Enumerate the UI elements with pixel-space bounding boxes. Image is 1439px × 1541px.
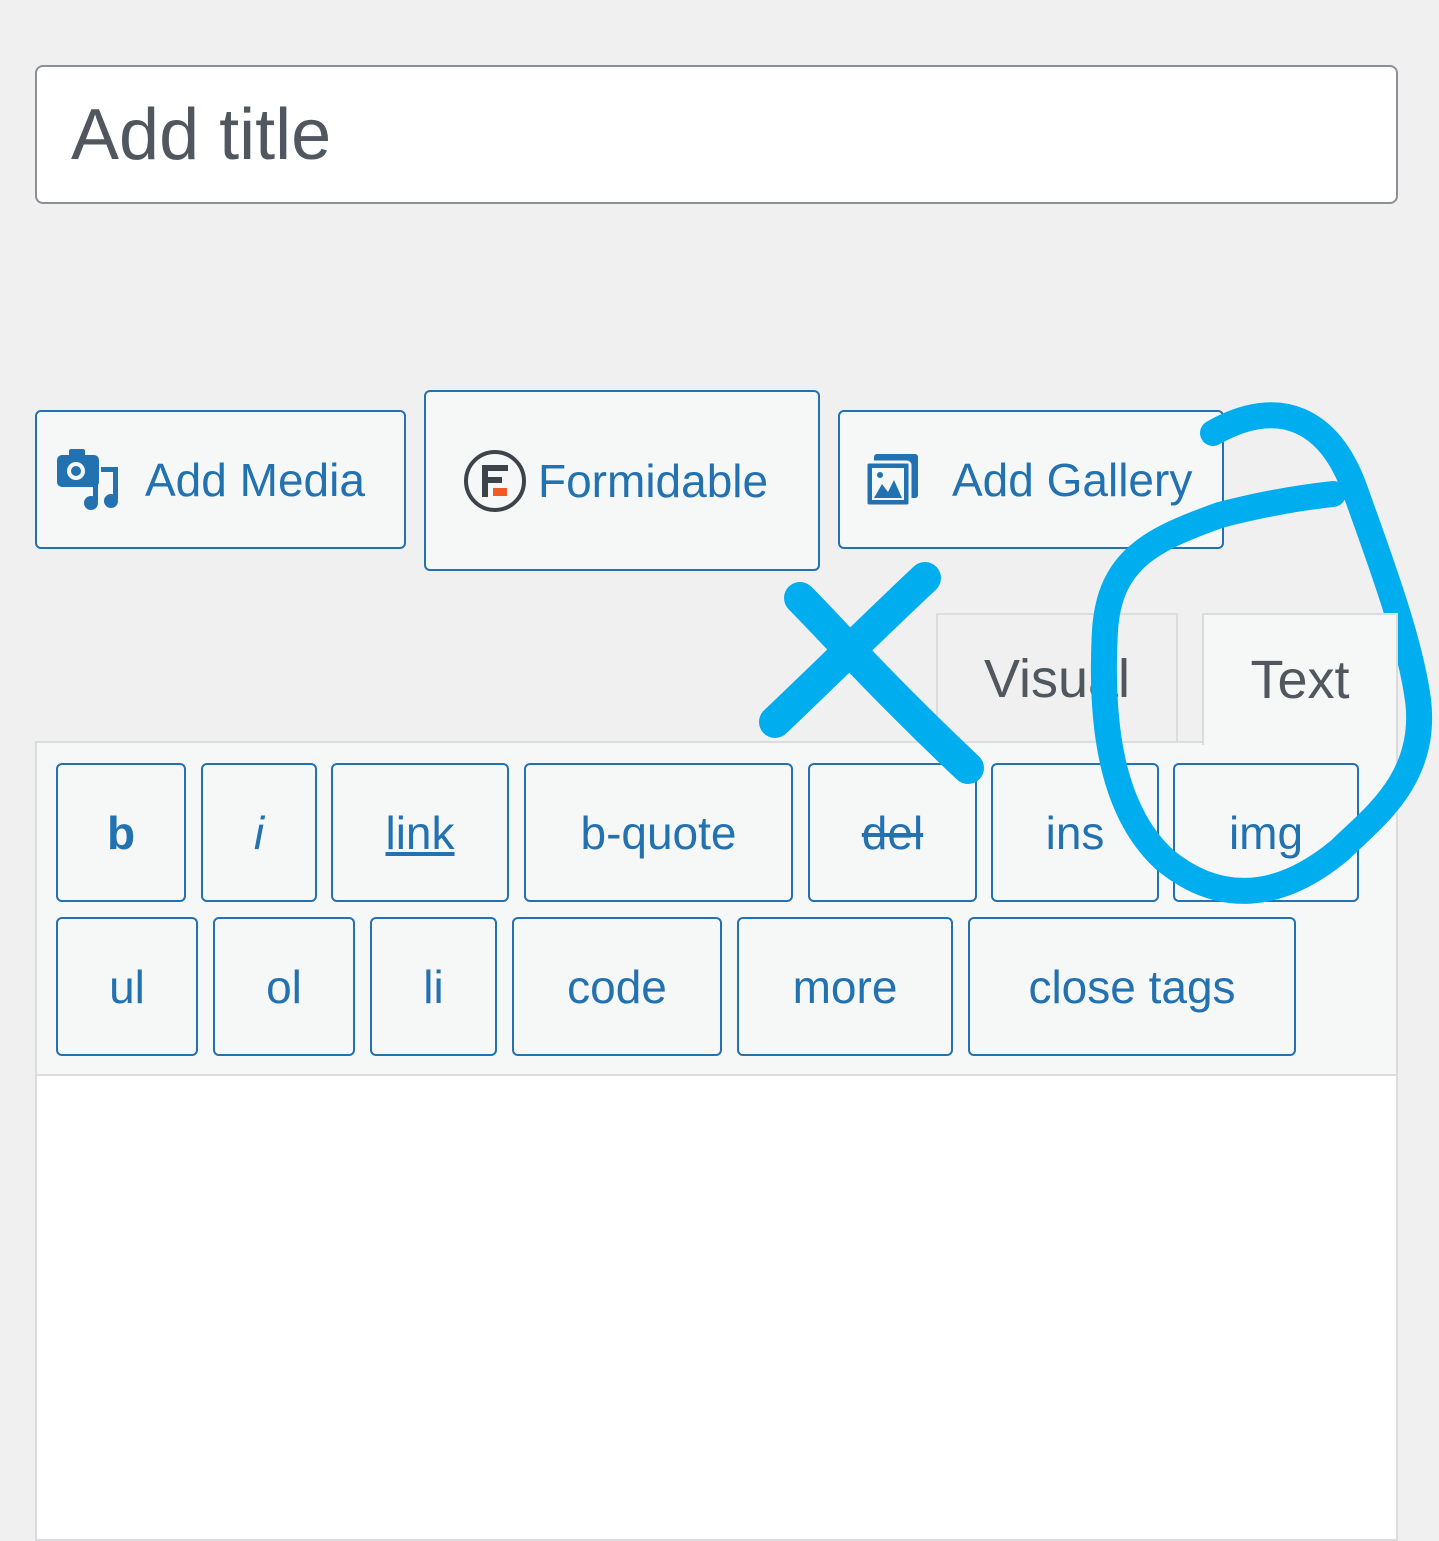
tab-visual[interactable]: Visual bbox=[936, 613, 1178, 743]
qt-more-button[interactable]: more bbox=[737, 917, 953, 1056]
editor: b i link b-quote del ins img ul ol li co… bbox=[35, 741, 1398, 1541]
tab-text-label: Text bbox=[1250, 650, 1350, 710]
qt-italic-label: i bbox=[253, 806, 265, 859]
qt-del-label: del bbox=[861, 806, 924, 859]
qt-close-tags-button[interactable]: close tags bbox=[968, 917, 1296, 1056]
tab-text[interactable]: Text bbox=[1202, 613, 1398, 745]
qt-bquote-button[interactable]: b-quote bbox=[524, 763, 793, 902]
qt-bold-label: b bbox=[106, 806, 136, 859]
gallery-icon bbox=[862, 450, 922, 510]
qt-ins-button[interactable]: ins bbox=[991, 763, 1159, 902]
qt-code-button[interactable]: code bbox=[512, 917, 722, 1056]
add-media-button[interactable]: Add Media bbox=[35, 410, 406, 549]
add-media-icon bbox=[55, 445, 125, 515]
qt-link-label: link bbox=[385, 806, 455, 859]
add-gallery-label: Add Gallery bbox=[952, 453, 1193, 506]
qt-del-button[interactable]: del bbox=[808, 763, 977, 902]
qt-code-label: code bbox=[567, 960, 667, 1013]
formidable-icon bbox=[462, 448, 528, 514]
qt-italic-button[interactable]: i bbox=[201, 763, 317, 902]
add-media-label: Add Media bbox=[145, 453, 365, 506]
qt-img-label: img bbox=[1228, 806, 1304, 859]
formidable-button[interactable]: Formidable bbox=[424, 390, 820, 571]
content-textarea[interactable] bbox=[37, 1076, 1396, 1539]
qt-ol-label: ol bbox=[266, 960, 302, 1013]
qt-li-label: li bbox=[423, 960, 444, 1013]
qt-ins-label: ins bbox=[1045, 806, 1105, 859]
qt-bold-button[interactable]: b bbox=[56, 763, 186, 902]
qt-bquote-label: b-quote bbox=[580, 806, 737, 859]
qt-img-button[interactable]: img bbox=[1173, 763, 1359, 902]
qt-ul-label: ul bbox=[109, 960, 145, 1013]
qt-ol-button[interactable]: ol bbox=[213, 917, 355, 1056]
quicktags-toolbar: b i link b-quote del ins img ul ol li co… bbox=[37, 743, 1396, 1076]
qt-link-button[interactable]: link bbox=[331, 763, 509, 902]
title-input[interactable] bbox=[35, 65, 1398, 204]
add-gallery-button[interactable]: Add Gallery bbox=[838, 410, 1224, 549]
qt-li-button[interactable]: li bbox=[370, 917, 497, 1056]
qt-more-label: more bbox=[792, 960, 898, 1013]
formidable-label: Formidable bbox=[538, 454, 769, 507]
tab-visual-label: Visual bbox=[983, 649, 1131, 709]
qt-close-tags-label: close tags bbox=[1028, 960, 1236, 1013]
qt-ul-button[interactable]: ul bbox=[56, 917, 198, 1056]
